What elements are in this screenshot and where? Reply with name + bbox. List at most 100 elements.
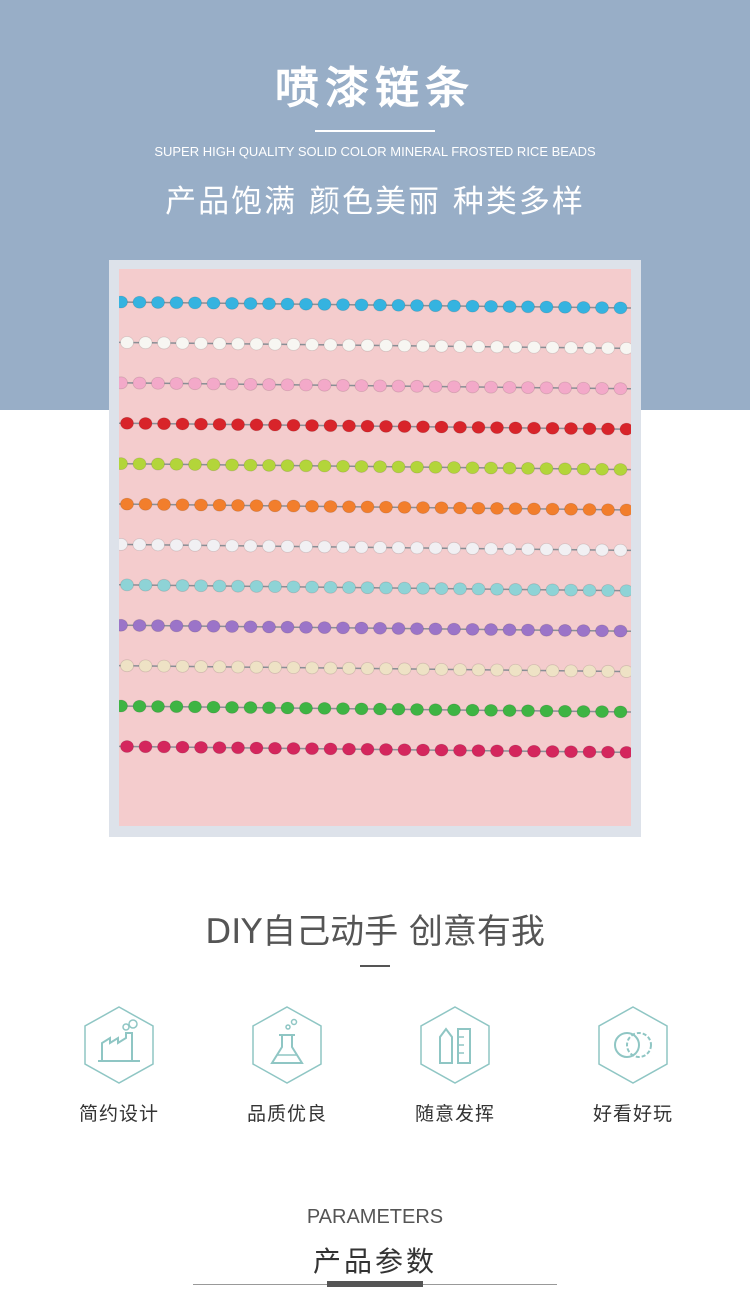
bead — [576, 705, 591, 718]
bead — [157, 417, 171, 431]
bead — [484, 461, 498, 475]
bead — [453, 743, 467, 757]
product-photo — [119, 269, 631, 826]
bead — [564, 341, 578, 355]
bead — [317, 378, 332, 392]
bead-chain — [119, 659, 631, 678]
bead — [299, 297, 313, 311]
bead — [471, 744, 486, 758]
bead — [595, 543, 609, 557]
bead — [545, 583, 560, 597]
feature-label: 好看好玩 — [592, 1103, 673, 1125]
bead — [613, 705, 628, 719]
bead — [619, 665, 631, 678]
bead — [132, 457, 147, 471]
bead — [151, 700, 165, 713]
bead — [453, 420, 467, 434]
bead — [280, 459, 295, 472]
bead — [527, 583, 541, 597]
bead — [434, 662, 449, 676]
bead — [243, 377, 258, 391]
bead — [558, 624, 572, 637]
bead — [379, 581, 393, 595]
bead-chain — [119, 457, 631, 476]
bead — [502, 542, 517, 556]
bead — [354, 298, 369, 312]
bead — [249, 499, 264, 513]
bead — [416, 662, 430, 676]
bead — [484, 703, 498, 717]
bead — [373, 298, 387, 312]
bead — [354, 460, 369, 473]
bead — [151, 619, 165, 633]
bead — [206, 377, 221, 391]
bead — [410, 299, 424, 312]
bead — [576, 543, 591, 557]
bead — [157, 578, 171, 592]
bead — [619, 341, 631, 355]
bead — [342, 338, 356, 352]
bead — [391, 541, 406, 555]
bead — [391, 702, 406, 716]
feature-label: 品质优良 — [246, 1103, 327, 1125]
bead — [453, 339, 467, 353]
subtitle-english: SUPER HIGH QUALITY SOLID COLOR MINERAL F… — [154, 144, 596, 159]
bead — [336, 379, 350, 392]
bead — [428, 299, 443, 313]
bead — [342, 581, 356, 594]
bead — [151, 296, 165, 309]
bead — [317, 621, 332, 635]
bead — [613, 543, 628, 557]
bead — [336, 540, 350, 554]
bead — [132, 619, 147, 632]
bead — [490, 421, 504, 435]
bead — [379, 419, 393, 433]
bead — [138, 417, 153, 430]
bead — [169, 457, 184, 471]
bead — [138, 497, 153, 511]
bead — [212, 579, 227, 593]
bead — [268, 499, 282, 513]
bead — [175, 417, 190, 431]
bead — [527, 502, 541, 516]
bead — [157, 498, 171, 511]
bead — [379, 339, 393, 352]
bead-chain — [119, 699, 631, 719]
bead — [169, 538, 184, 552]
bead — [354, 379, 369, 393]
bead — [545, 341, 560, 354]
bead — [323, 338, 338, 352]
parameters-heading-english: PARAMETERS — [306, 1206, 444, 1228]
bead — [397, 581, 412, 595]
bead — [175, 659, 190, 673]
bead — [169, 619, 184, 633]
bead — [447, 622, 461, 636]
bead — [465, 622, 480, 636]
bead-chain — [119, 740, 631, 759]
bead — [576, 624, 591, 638]
bead — [391, 298, 406, 312]
bead — [490, 582, 504, 596]
bead — [613, 463, 628, 476]
feature-label: 简约设计 — [78, 1103, 159, 1125]
bead — [354, 621, 369, 635]
bead — [434, 501, 449, 515]
bead — [360, 742, 375, 756]
bead — [582, 422, 597, 436]
bead — [323, 661, 338, 675]
bead — [613, 301, 628, 315]
bead — [188, 700, 202, 714]
bead — [262, 620, 276, 634]
bead — [391, 379, 406, 393]
bead — [545, 421, 560, 435]
bead — [231, 579, 245, 593]
bead — [157, 740, 171, 754]
bead — [299, 540, 313, 553]
bead — [545, 745, 560, 758]
bead — [175, 579, 190, 592]
bead — [428, 622, 443, 636]
bead — [391, 622, 406, 635]
bead — [299, 620, 313, 634]
bead — [305, 580, 319, 594]
bead — [397, 339, 412, 353]
